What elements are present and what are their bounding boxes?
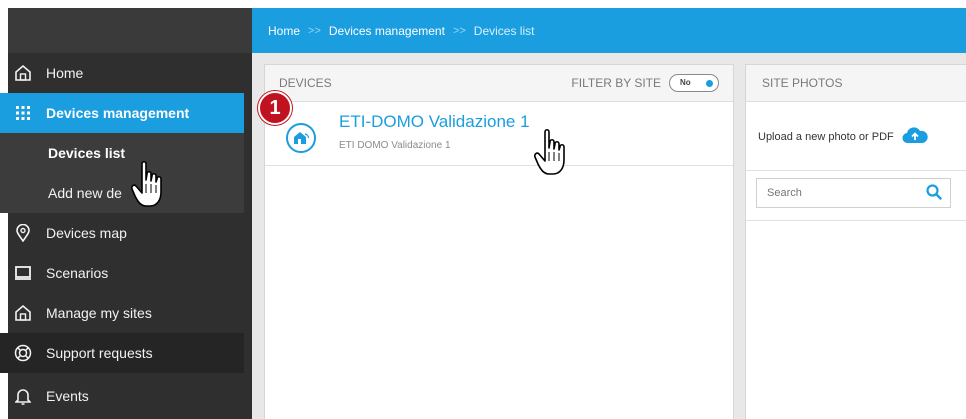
- breadcrumb-separator: >>: [308, 24, 321, 37]
- devices-panel-header: DEVICES FILTER BY SITE No: [265, 65, 733, 102]
- hand-cursor-icon: [130, 160, 166, 215]
- hand-cursor-icon: [533, 128, 569, 185]
- filter-label: FILTER BY SITE: [571, 76, 661, 90]
- sidebar-item-support-requests[interactable]: Support requests: [0, 333, 244, 373]
- sidebar-item-label: Events: [46, 388, 89, 404]
- house-device-icon: [286, 123, 316, 153]
- site-photos-header: SITE PHOTOS: [746, 65, 966, 102]
- search-icon[interactable]: [926, 184, 942, 205]
- filter-by-site: FILTER BY SITE No: [571, 74, 719, 92]
- upload-label: Upload a new photo or PDF: [758, 130, 894, 143]
- site-photos-title: SITE PHOTOS: [762, 76, 843, 90]
- grid-icon: [14, 104, 32, 122]
- search-input[interactable]: [756, 178, 951, 208]
- sidebar-item-label: Manage my sites: [46, 305, 152, 321]
- breadcrumb-separator: >>: [452, 24, 466, 37]
- sidebar-item-devices-map[interactable]: Devices map: [0, 213, 244, 253]
- sidebar-item-scenarios[interactable]: Scenarios: [0, 253, 244, 293]
- sidebar-item-label: Devices list: [48, 145, 126, 161]
- bell-icon: [14, 387, 32, 405]
- device-name[interactable]: ETI-DOMO Validazione 1: [339, 112, 530, 132]
- toggle-knob: [706, 80, 713, 87]
- divider: [746, 220, 966, 221]
- map-pin-icon: [14, 224, 32, 242]
- sidebar-item-label: Support requests: [46, 345, 153, 361]
- app-window: Home Devices management Devices list Add…: [0, 0, 966, 419]
- sidebar-item-devices-management[interactable]: Devices management: [0, 93, 244, 133]
- breadcrumb-current: Devices list: [473, 23, 535, 38]
- step-badge: 1: [258, 91, 292, 125]
- sidebar-item-label: Scenarios: [46, 265, 109, 281]
- sidebar-item-label: Home: [46, 65, 84, 81]
- sidebar-item-home[interactable]: Home: [0, 53, 244, 93]
- devices-panel: DEVICES FILTER BY SITE No ETI-DOMO Valid…: [264, 64, 734, 419]
- sidebar-item-label: Devices map: [46, 225, 127, 241]
- filter-toggle[interactable]: No: [669, 74, 719, 92]
- list-item[interactable]: ETI-DOMO Validazione 1 ETI DOMO Validazi…: [265, 103, 733, 166]
- home-icon: [14, 64, 32, 82]
- breadcrumb-home[interactable]: Home: [268, 24, 300, 38]
- home-icon: [14, 304, 32, 322]
- sidebar-item-devices-list[interactable]: Devices list: [0, 133, 244, 173]
- sidebar-item-label: Devices management: [46, 105, 190, 121]
- device-site: ETI DOMO Validazione 1: [339, 140, 451, 151]
- devices-title: DEVICES: [279, 76, 332, 90]
- sidebar-header: [8, 8, 252, 53]
- sidebar-item-events[interactable]: Events: [0, 373, 244, 419]
- lifebuoy-icon: [14, 344, 32, 362]
- breadcrumb: Home >> Devices management >> Devices li…: [252, 8, 966, 53]
- filter-toggle-label: No: [680, 78, 691, 87]
- breadcrumb-devices-management[interactable]: Devices management: [329, 24, 445, 38]
- sidebar-item-add-new-device[interactable]: Add new de: [0, 173, 244, 213]
- site-photos-panel: SITE PHOTOS Upload a new photo or PDF: [745, 64, 966, 419]
- sidebar-item-manage-my-sites[interactable]: Manage my sites: [0, 293, 244, 333]
- sidebar-item-label: Add new de: [48, 185, 122, 201]
- upload-photo-button[interactable]: Upload a new photo or PDF: [746, 103, 966, 171]
- monitor-icon: [14, 264, 32, 282]
- cloud-upload-icon: [902, 126, 928, 147]
